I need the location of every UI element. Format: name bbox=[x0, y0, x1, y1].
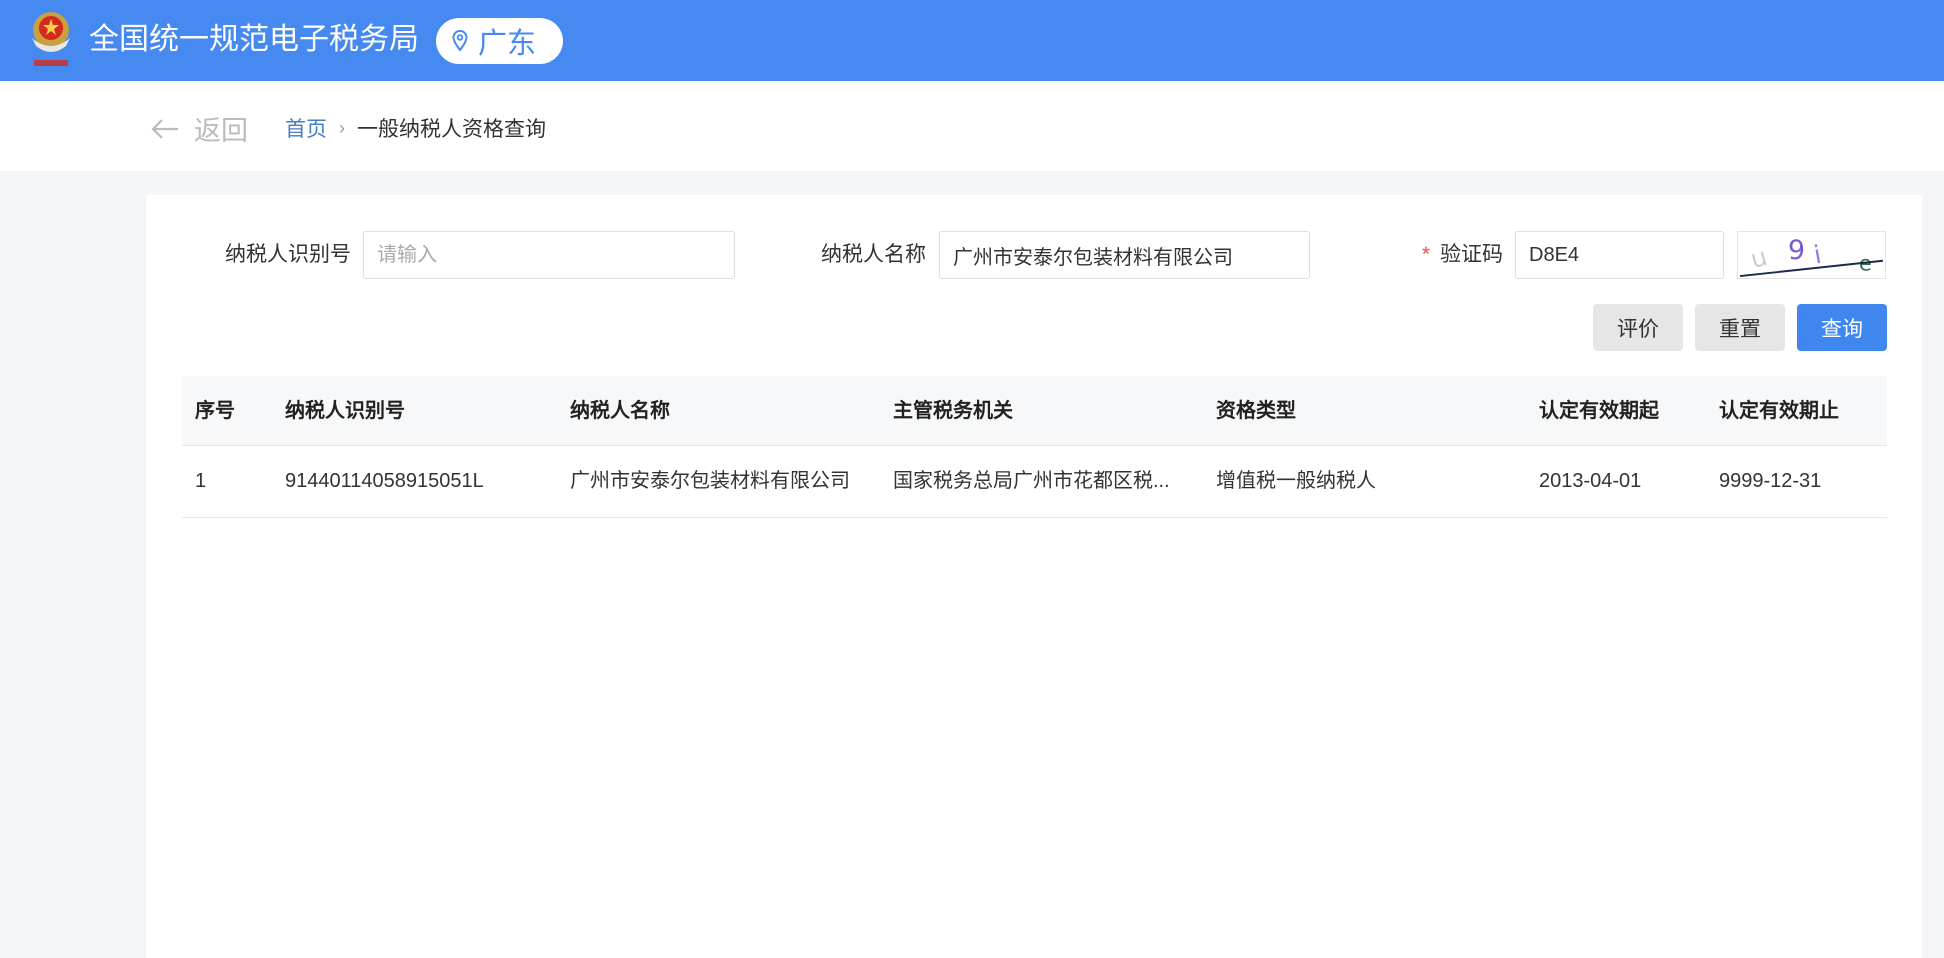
query-card: 纳税人识别号 纳税人名称 * 验证码 u 9 i e 评价 重置 查询 序号 纳税… bbox=[146, 195, 1922, 958]
taxpayer-name-label: 纳税人名称 bbox=[821, 243, 926, 266]
back-label: 返回 bbox=[194, 116, 248, 146]
cell-qualification-type: 增值税一般纳税人 bbox=[1216, 470, 1376, 492]
breadcrumb-current: 一般纳税人资格查询 bbox=[357, 118, 546, 141]
breadcrumb-bar: 返回 首页 › 一般纳税人资格查询 bbox=[0, 81, 1944, 171]
site-title: 全国统一规范电子税务局 bbox=[89, 23, 419, 56]
taxpayer-id-input[interactable] bbox=[363, 231, 735, 279]
svg-text:9: 9 bbox=[1788, 235, 1805, 266]
taxpayer-name-input[interactable] bbox=[939, 231, 1310, 279]
breadcrumb: 首页 › 一般纳税人资格查询 bbox=[285, 113, 546, 143]
location-pin-icon bbox=[452, 30, 468, 52]
column-header: 纳税人名称 bbox=[570, 400, 670, 422]
table-row[interactable]: 1 91440114058915051L 广州市安泰尔包装材料有限公司 国家税务… bbox=[182, 446, 1887, 518]
results-table: 序号 纳税人识别号 纳税人名称 主管税务机关 资格类型 认定有效期起 认定有效期… bbox=[182, 376, 1887, 518]
column-header: 纳税人识别号 bbox=[285, 400, 405, 422]
back-button[interactable]: 返回 bbox=[150, 109, 248, 148]
column-header: 资格类型 bbox=[1216, 400, 1296, 422]
breadcrumb-home[interactable]: 首页 bbox=[285, 113, 327, 143]
reset-button[interactable]: 重置 bbox=[1695, 304, 1785, 351]
tax-emblem-logo bbox=[32, 12, 70, 66]
captcha-label: * 验证码 bbox=[1346, 231, 1503, 279]
column-header: 序号 bbox=[195, 400, 235, 422]
column-header: 认定有效期止 bbox=[1719, 400, 1839, 422]
captcha-label-text: 验证码 bbox=[1440, 243, 1503, 266]
cell-tax-authority: 国家税务总局广州市花都区税... bbox=[893, 470, 1170, 492]
column-header: 主管税务机关 bbox=[893, 400, 1013, 422]
evaluate-button[interactable]: 评价 bbox=[1593, 304, 1683, 351]
cell-index: 1 bbox=[195, 470, 207, 492]
region-label: 广东 bbox=[478, 28, 537, 60]
cell-valid-to: 9999-12-31 bbox=[1719, 470, 1822, 492]
cell-valid-from: 2013-04-01 bbox=[1539, 470, 1642, 492]
captcha-input[interactable] bbox=[1515, 231, 1724, 279]
breadcrumb-separator: › bbox=[339, 117, 345, 138]
region-selector[interactable]: 广东 bbox=[436, 18, 563, 64]
cell-taxpayer-name: 广州市安泰尔包装材料有限公司 bbox=[570, 470, 850, 492]
column-header: 认定有效期起 bbox=[1539, 400, 1659, 422]
cell-taxpayer-id: 91440114058915051L bbox=[285, 470, 484, 492]
svg-text:i: i bbox=[1812, 240, 1824, 270]
top-header: 全国统一规范电子税务局 广东 bbox=[0, 0, 1944, 81]
required-mark: * bbox=[1421, 243, 1430, 266]
arrow-left-icon bbox=[151, 118, 178, 139]
taxpayer-id-label: 纳税人识别号 bbox=[225, 243, 351, 266]
captcha-image[interactable]: u 9 i e bbox=[1737, 231, 1886, 279]
query-button[interactable]: 查询 bbox=[1797, 304, 1887, 351]
svg-text:u: u bbox=[1747, 242, 1770, 274]
table-header: 序号 纳税人识别号 纳税人名称 主管税务机关 资格类型 认定有效期起 认定有效期… bbox=[182, 376, 1887, 446]
